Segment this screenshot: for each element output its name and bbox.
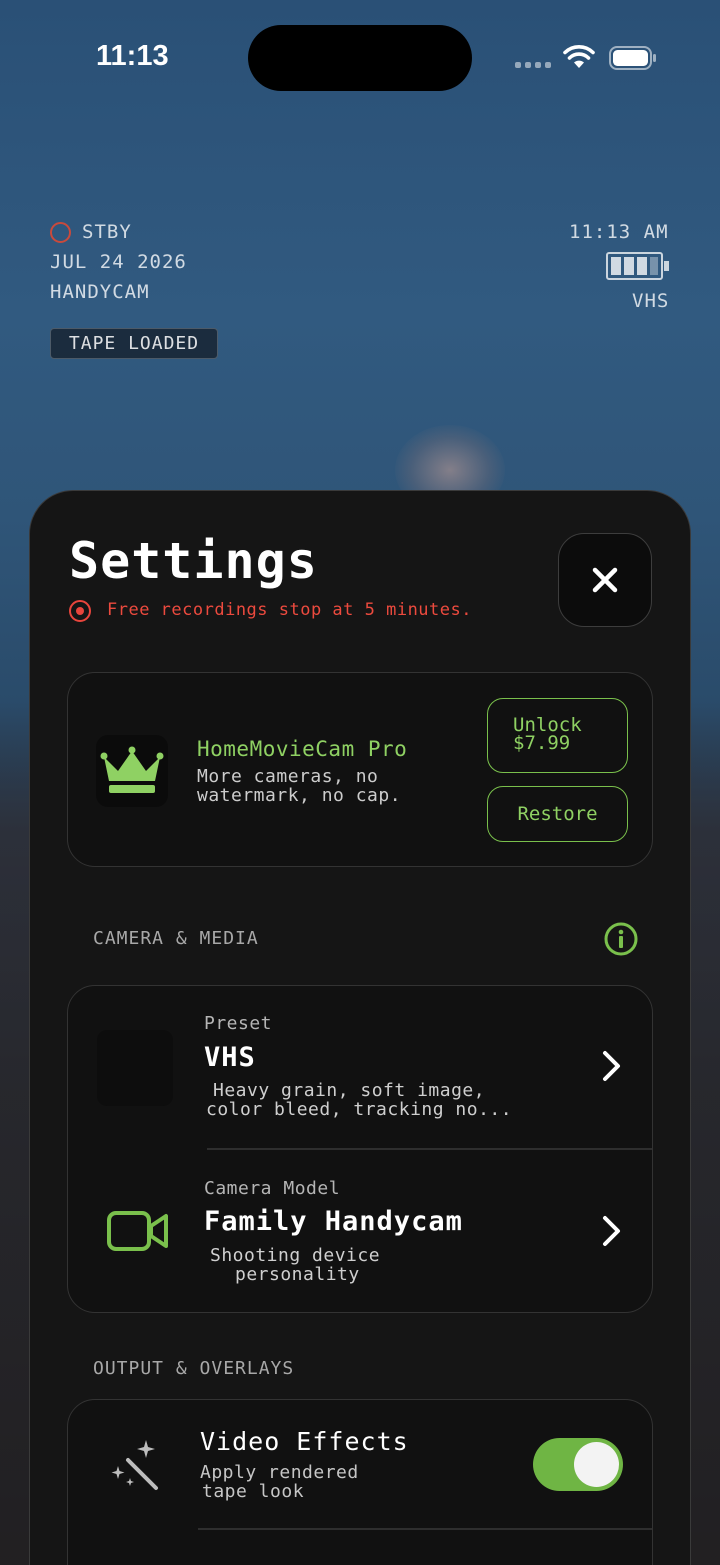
crown-icon: [100, 746, 164, 793]
close-icon: [592, 567, 618, 593]
preset-description-line2: color bleed, tracking no...: [206, 1099, 513, 1120]
preset-description-line1: Heavy grain, soft image,: [213, 1080, 486, 1101]
unlock-button[interactable]: Unlock $7.99: [487, 698, 628, 773]
row-divider: [207, 1148, 652, 1150]
preset-thumbnail: [97, 1030, 173, 1106]
free-limit-notice: Free recordings stop at 5 minutes.: [107, 600, 472, 620]
hud-mode: STBY: [82, 221, 132, 243]
close-button[interactable]: [558, 533, 652, 627]
hud-date: JUL 24 2026: [50, 251, 187, 273]
camera-model-label: Camera Model: [204, 1178, 341, 1199]
section-label-camera-media: CAMERA & MEDIA: [93, 928, 259, 949]
chevron-right-icon[interactable]: [601, 1049, 623, 1083]
row-divider: [198, 1528, 652, 1530]
status-time: 11:13: [96, 40, 169, 72]
camera-model-value[interactable]: Family Handycam: [204, 1206, 463, 1237]
hud-format: VHS: [632, 290, 670, 312]
hud-clock: 11:13 AM: [569, 221, 669, 243]
record-indicator: [50, 222, 71, 243]
video-effects-description-line2: tape look: [202, 1481, 305, 1502]
video-camera-icon: [107, 1211, 168, 1251]
dynamic-island: [248, 25, 472, 91]
camera-model-description-line1: Shooting device: [210, 1245, 381, 1266]
video-effects-toggle[interactable]: [533, 1438, 623, 1491]
video-effects-description-line1: Apply rendered: [200, 1462, 359, 1483]
hud-camera: HANDYCAM: [50, 281, 150, 303]
pro-title: HomeMovieCam Pro: [197, 737, 408, 761]
camera-model-description-line2: personality: [235, 1264, 360, 1285]
tape-status-badge: TAPE LOADED: [50, 328, 218, 359]
magic-wand-icon: [111, 1440, 158, 1490]
video-effects-title: Video Effects: [200, 1427, 409, 1456]
hud-battery-icon: [606, 252, 669, 280]
chevron-right-icon[interactable]: [601, 1214, 623, 1248]
info-icon[interactable]: [604, 922, 638, 956]
record-warning-icon: [69, 600, 91, 622]
section-label-output-overlays: OUTPUT & OVERLAYS: [93, 1358, 295, 1379]
preset-label: Preset: [204, 1013, 273, 1034]
pro-description: More cameras, no watermark, no cap.: [197, 766, 402, 806]
preset-value[interactable]: VHS: [204, 1042, 256, 1073]
unlock-price: $7.99: [513, 732, 571, 754]
page-title: Settings: [69, 532, 318, 590]
restore-button[interactable]: Restore: [487, 786, 628, 842]
toggle-knob: [574, 1442, 619, 1487]
signal-icon: [515, 62, 551, 68]
wifi-icon: [563, 45, 595, 68]
battery-icon: [609, 46, 656, 70]
